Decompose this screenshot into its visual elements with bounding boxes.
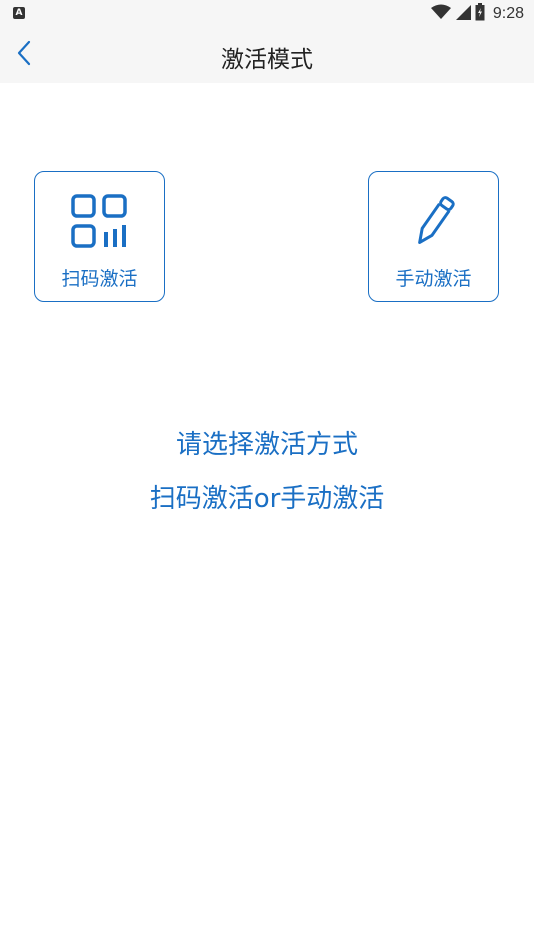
hint-line-1: 请选择激活方式 [175,430,358,460]
wifi-icon [430,4,451,24]
qr-code-icon [35,194,164,250]
manual-activation-button[interactable]: 手动激活 [368,171,499,302]
title-bar: 激活模式 [0,28,534,83]
status-bar: A 9:28 [0,0,534,28]
signal-icon [455,4,471,24]
scan-activation-button[interactable]: 扫码激活 [34,171,165,302]
hint-line-2: 扫码激活or手动激活 [149,484,385,514]
activation-hint: 请选择激活方式 扫码激活or手动激活 [0,418,534,526]
page-title: 激活模式 [221,47,313,73]
status-right-group: 9:28 [430,3,524,25]
manual-activation-label: 手动激活 [395,268,472,290]
scan-activation-label: 扫码激活 [61,268,138,290]
battery-icon [475,3,485,25]
app-notification-icon: A [13,7,25,19]
status-time: 9:28 [492,5,524,22]
pencil-icon [369,194,498,250]
